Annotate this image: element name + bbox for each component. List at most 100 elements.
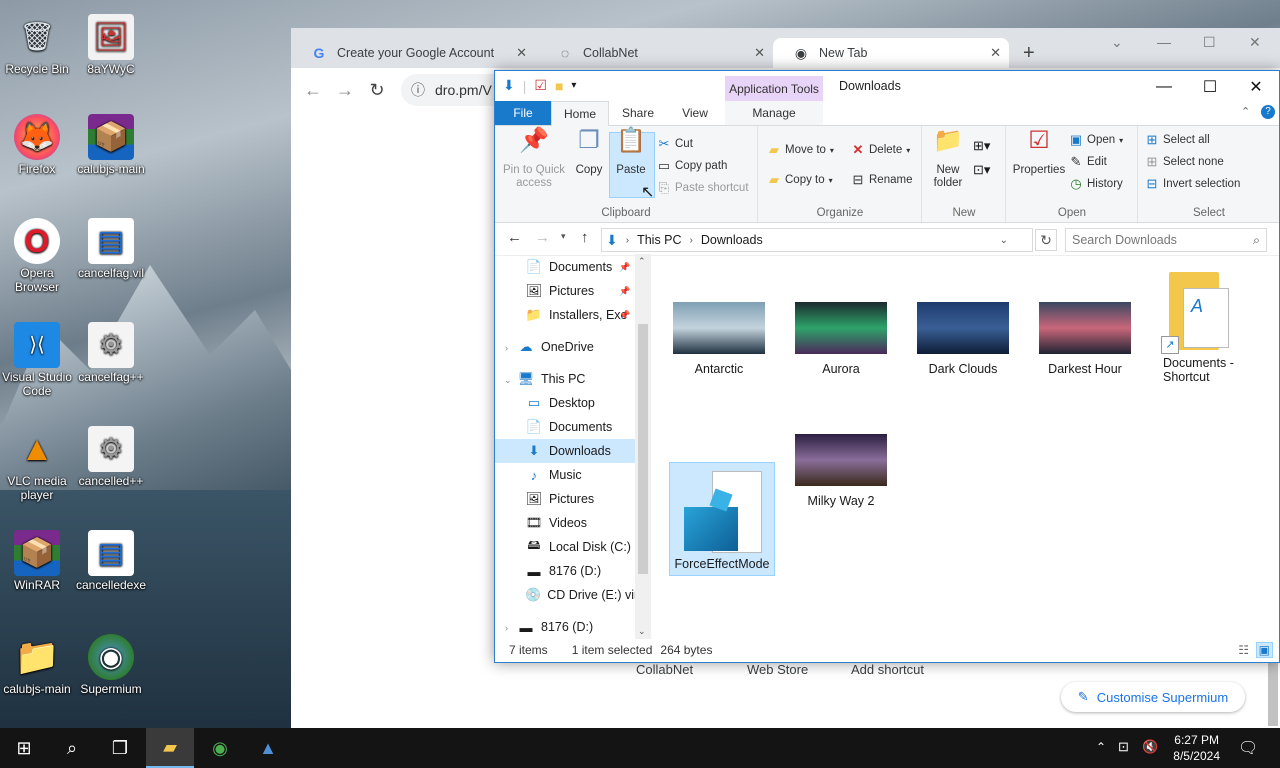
properties-check-icon[interactable]: ☑ [534, 77, 547, 94]
properties-button[interactable]: ☑ Properties [1011, 129, 1067, 177]
select-none-button[interactable]: ⊞ Select none [1145, 154, 1224, 170]
desktop-icon-cancelfag-vil[interactable]: ▤ cancelfag.vil [75, 218, 147, 280]
file-tile-darkest-hour[interactable]: Darkest Hour [1033, 302, 1137, 376]
customise-button[interactable]: ✎ Customise Supermium [1061, 682, 1245, 712]
breadcrumb-downloads[interactable]: Downloads [701, 233, 763, 247]
nav-scrollbar[interactable]: ⌃ ⌄ [635, 254, 651, 639]
nav-item-8176-d-root[interactable]: ▬ 8176 (D:) [517, 615, 635, 639]
close-tab-icon[interactable]: ✕ [516, 45, 527, 61]
tab-share[interactable]: Share [611, 101, 665, 125]
nav-item-documents-pinned[interactable]: 📄 Documents 📌 [525, 255, 635, 279]
paste-button[interactable]: 📋 Paste [609, 129, 653, 177]
app-taskbar-icon[interactable]: ▲ [244, 728, 292, 768]
tab-collabnet[interactable]: ◌ CollabNet ✕ [537, 38, 773, 68]
file-explorer-taskbar-icon[interactable]: ▰ [146, 728, 194, 768]
tab-search-icon[interactable]: ⌄ [1111, 34, 1123, 51]
tab-new-tab[interactable]: ◉ New Tab ✕ [773, 38, 1009, 68]
close-tab-icon[interactable]: ✕ [754, 45, 765, 61]
clock[interactable]: 6:27 PM 8/5/2024 [1173, 732, 1220, 764]
download-arrow-icon[interactable]: ⬇ [503, 77, 515, 94]
open-button[interactable]: ▣ Open ▾ [1069, 132, 1123, 148]
desktop-icon-opera[interactable]: O Opera Browser [1, 218, 73, 294]
tab-view[interactable]: View [667, 101, 723, 125]
tab-google-account[interactable]: G Create your Google Account ✕ [291, 38, 535, 68]
copy-to-button[interactable]: ▰ Copy to ▾ [767, 172, 833, 188]
nav-item-this-pc[interactable]: 🖥 This PC [517, 367, 635, 391]
edit-button[interactable]: ✎ Edit [1069, 154, 1107, 170]
show-hidden-icons-chevron-icon[interactable]: ⌃ [1096, 740, 1106, 754]
desktop-icon-supermium[interactable]: ◉ Supermium [75, 634, 147, 696]
delete-button[interactable]: ✕ Delete ▾ [851, 142, 911, 158]
nav-item-local-disk-c[interactable]: 🖴 Local Disk (C:) [525, 535, 635, 559]
back-icon[interactable]: ← [507, 229, 522, 246]
scroll-thumb[interactable] [638, 324, 648, 574]
back-icon[interactable]: ← [297, 80, 329, 101]
desktop-icon-cancelledexe[interactable]: ▤ cancelledexe [75, 530, 147, 592]
easy-access-icon[interactable]: ⊡▾ [973, 162, 990, 178]
notification-icon[interactable]: 🗨 [1238, 738, 1258, 758]
nav-item-installers[interactable]: 📁 Installers, Exe 📌 [525, 303, 635, 327]
new-item-icon[interactable]: ⊞▾ [973, 138, 990, 154]
shortcut-web-store[interactable]: Web Store [747, 662, 808, 677]
copy-button[interactable]: ❐ Copy [571, 129, 607, 177]
breadcrumb-this-pc[interactable]: This PC [637, 233, 681, 247]
collapse-ribbon-icon[interactable]: ⌃ [1241, 105, 1250, 118]
desktop-icon-winrar[interactable]: 📦 WinRAR [1, 530, 73, 592]
desktop-icon-vscode[interactable]: ⟩⟨ Visual Studio Code [1, 322, 73, 398]
select-all-button[interactable]: ⊞ Select all [1145, 132, 1210, 148]
file-tile-aurora[interactable]: Aurora [789, 302, 893, 376]
forward-icon[interactable]: → [535, 229, 550, 246]
history-button[interactable]: ◷ History [1069, 176, 1122, 192]
pin-quick-access-button[interactable]: 📌 Pin to Quick access [501, 129, 567, 190]
new-tab-button[interactable]: + [1023, 42, 1035, 65]
up-icon[interactable]: ↑ [581, 229, 589, 246]
file-tile-milky-way-2[interactable]: Milky Way 2 [789, 434, 893, 508]
desktop-icon-vlc[interactable]: ▲ VLC media player [1, 426, 73, 502]
search-icon[interactable]: ⌕ [48, 728, 96, 768]
volume-muted-icon[interactable]: 🔇 [1142, 739, 1158, 755]
file-tile-forceeffectmode[interactable]: ForceEffectMode [669, 462, 775, 576]
nav-item-desktop[interactable]: ▭ Desktop [525, 391, 635, 415]
cut-button[interactable]: ✂ Cut [657, 136, 693, 152]
chevron-right-icon[interactable]: › [505, 623, 508, 633]
chevron-right-icon[interactable]: › [505, 343, 508, 353]
shortcut-collabnet[interactable]: CollabNet [636, 662, 693, 677]
tab-home[interactable]: Home [551, 101, 609, 126]
close-icon[interactable]: ✕ [1249, 34, 1261, 51]
minimize-icon[interactable]: — [1157, 34, 1171, 50]
file-tile-antarctic[interactable]: Antarctic [667, 302, 771, 376]
scroll-up-icon[interactable]: ⌃ [638, 256, 646, 267]
large-icons-view-icon[interactable]: ▣ [1255, 642, 1273, 658]
minimize-icon[interactable]: — [1141, 75, 1187, 99]
network-icon[interactable]: ⊡ [1118, 739, 1129, 755]
desktop-icon-calubjs-main[interactable]: 📦 calubjs-main [75, 114, 147, 176]
desktop-icon-calubjs-folder[interactable]: 📁 calubjs-main [1, 634, 73, 697]
copy-path-button[interactable]: ▭ Copy path [657, 158, 728, 174]
start-windows-icon[interactable]: ⊞ [0, 728, 48, 768]
rename-button[interactable]: ⊟ Rename [851, 172, 913, 188]
nav-item-downloads[interactable]: ⬇ Downloads [495, 439, 635, 463]
recent-locations-icon[interactable]: ▾ [561, 231, 566, 242]
reload-icon[interactable]: ↻ [361, 80, 393, 101]
details-view-icon[interactable]: ☷ [1238, 643, 1249, 657]
new-folder-button[interactable]: 📁 New folder [927, 129, 969, 190]
desktop-icon-8aywyc[interactable]: 🖼 8aYWyC [75, 14, 147, 76]
nav-item-8176-d[interactable]: ▬ 8176 (D:) [525, 559, 635, 583]
file-tile-documents-shortcut[interactable]: A ↗ Documents - Shortcut [1155, 270, 1255, 384]
tab-manage[interactable]: Manage [725, 101, 823, 125]
nav-item-pictures[interactable]: 🖼 Pictures [525, 487, 635, 511]
scroll-down-icon[interactable]: ⌄ [638, 626, 646, 637]
invert-selection-button[interactable]: ⊟ Invert selection [1145, 176, 1241, 192]
nav-item-videos[interactable]: 🎞 Videos [525, 511, 635, 535]
desktop-icon-firefox[interactable]: 🦊 Firefox [1, 114, 73, 176]
nav-item-cd-drive-e[interactable]: 💿 CD Drive (E:) virt [525, 583, 635, 607]
forward-icon[interactable]: → [329, 80, 361, 101]
file-tile-dark-clouds[interactable]: Dark Clouds [911, 302, 1015, 376]
nav-item-pictures-pinned[interactable]: 🖼 Pictures 📌 [525, 279, 635, 303]
maximize-icon[interactable]: ☐ [1203, 34, 1216, 51]
supermium-taskbar-icon[interactable]: ◉ [196, 728, 244, 768]
customize-qat-icon[interactable]: ▾ [571, 80, 576, 91]
tab-file[interactable]: File [495, 101, 551, 125]
move-to-button[interactable]: ▰ Move to ▾ [767, 142, 834, 158]
nav-item-music[interactable]: ♪ Music [525, 463, 635, 487]
